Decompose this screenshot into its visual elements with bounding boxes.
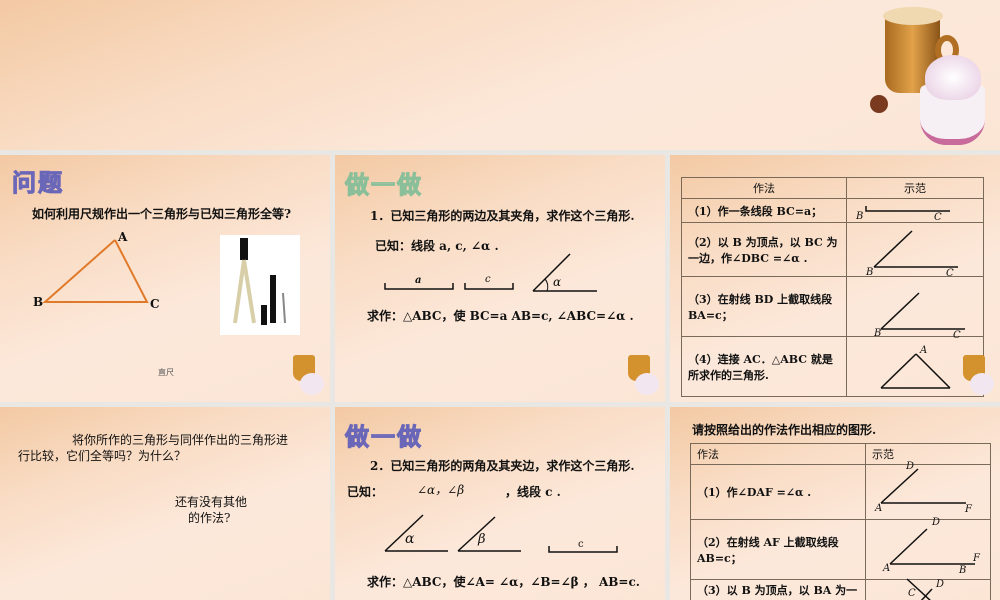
angle-label: α (405, 531, 415, 547)
segment-label: c (578, 539, 584, 550)
vertex-label: B (33, 295, 44, 309)
slide-exercise-1[interactable]: 做一做 1．已知三角形的两边及其夹角，求作这个三角形. 已知：线段 a, c, … (335, 155, 665, 402)
point-label: D (932, 517, 941, 528)
point-label: A (875, 503, 883, 514)
slide-question[interactable]: 问题 如何利用尺规作出一个三角形与已知三角形全等? A B C 直尺 (0, 155, 330, 402)
point-label: D (906, 461, 915, 472)
chocolate-icon (870, 95, 888, 113)
discussion-text: 的作法? (188, 511, 231, 525)
top-banner (0, 0, 1000, 150)
discussion-text: 将你所作的三角形与同伴作出的三角形进 (72, 433, 289, 447)
point-label: C (908, 588, 916, 599)
slide-discussion[interactable]: 将你所作的三角形与同伴作出的三角形进 行比较，它们全等吗？为什么？ 还有没有其他… (0, 407, 330, 600)
compass-ruler-image (220, 235, 300, 335)
point-label: C (953, 330, 961, 341)
point-label: C (934, 212, 942, 223)
cream-cup-icon (915, 55, 995, 150)
point-label: B (856, 211, 864, 222)
angle-label: β (478, 532, 486, 547)
given-figures (384, 514, 618, 553)
require-text: 求作：△ABC，使∠A= ∠α，∠B=∠β ， AB=c. (367, 575, 640, 589)
point-label: A (883, 563, 891, 574)
discussion-text: 行比较，它们全等吗？为什么？ (18, 449, 187, 463)
point-label: D (936, 579, 945, 590)
coffee-cup-icon (960, 353, 995, 398)
slide-steps-table-1[interactable]: 作法 示范 （1）作一条线段 BC=a； （2）以 B 为顶点，以 BC 为一边，… (670, 155, 1000, 402)
coffee-cup-icon (625, 353, 660, 398)
discussion-text: 还有没有其他 (175, 495, 248, 509)
point-label: B (959, 565, 967, 576)
point-label: A (920, 345, 928, 356)
point-label: C (946, 268, 954, 279)
slide-exercise-2[interactable]: 做一做 2．已知三角形的两角及其夹边，求作这个三角形. 已知： ∠α，∠β ，线… (335, 407, 665, 600)
point-label: F (973, 553, 980, 564)
given-figures (384, 253, 597, 292)
require-text: 求作：△ABC，使 BC=a AB=c, ∠ABC=∠α . (367, 309, 634, 323)
segment-label: a (415, 275, 422, 286)
vertex-label: A (118, 230, 128, 244)
vertex-label: C (150, 297, 160, 311)
coffee-cup-icon (290, 353, 325, 398)
angle-label: α (553, 275, 562, 289)
segment-label: c (485, 274, 491, 285)
point-label: F (965, 504, 972, 515)
demo-figures (880, 468, 975, 600)
point-label: B (874, 328, 882, 339)
slide-steps-table-2[interactable]: 请按照给出的作法作出相应的图形. 作法 示范 （1）作∠DAF =∠α . （2）… (670, 407, 1000, 600)
caption: 直尺 (158, 368, 174, 377)
point-label: B (866, 267, 874, 278)
